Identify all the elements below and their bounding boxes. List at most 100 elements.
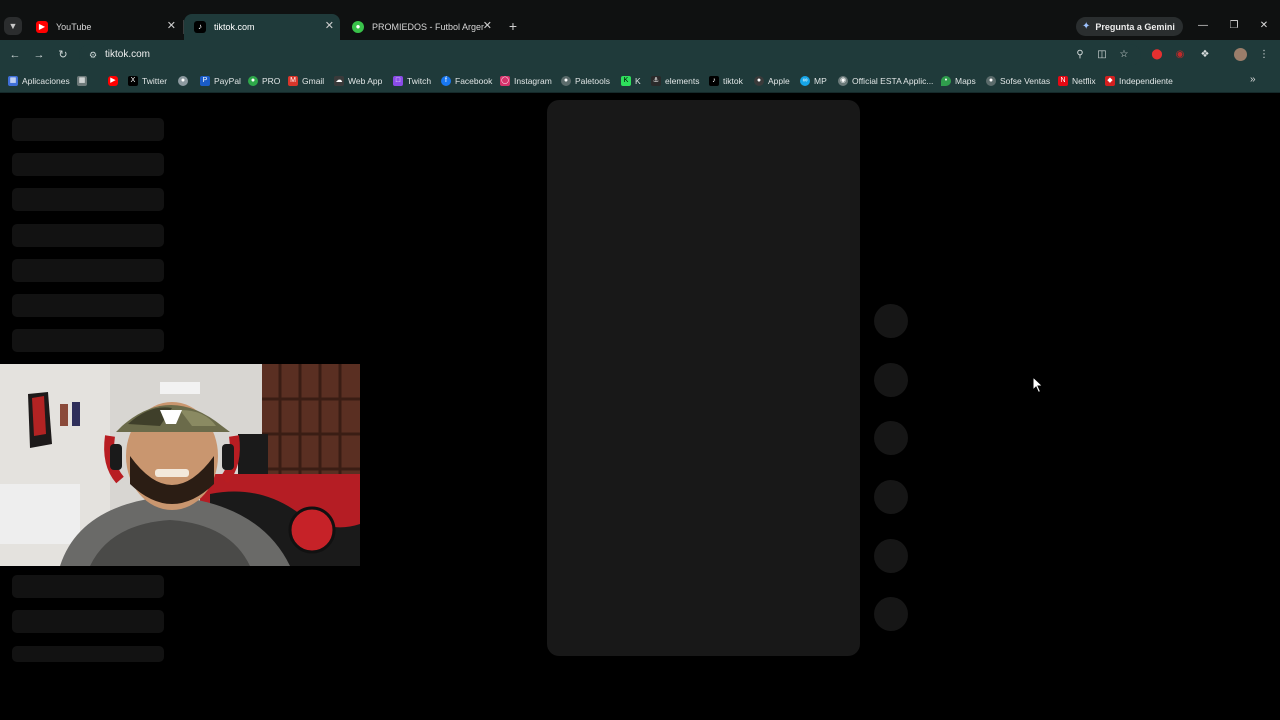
bookmark-extension[interactable]: ● [178,74,192,88]
bookmark-maps[interactable]: • Maps [941,74,976,88]
action-button-placeholder[interactable] [874,480,908,514]
back-arrow-icon[interactable]: ← [7,47,23,63]
bookmark-instagram[interactable]: ◯ Instagram [500,74,552,88]
webapp-icon: ☁ [334,76,344,86]
paypal-icon: P [200,76,210,86]
x-icon: X [128,76,138,86]
action-button-placeholder[interactable] [874,421,908,455]
bookmark-grid[interactable]: ▦ [77,74,91,88]
forward-arrow-icon[interactable]: → [31,47,47,63]
restore-icon[interactable]: ❐ [1224,18,1244,34]
bookmark-twitter[interactable]: X Twitter [128,74,167,88]
bookmark-mp[interactable]: ∞ MP [800,74,827,88]
tab-promiedos[interactable]: ● PROMIEDOS - Futbol Argentino ✕ [342,14,498,40]
bookmark-pro[interactable]: ● PRO [248,74,280,88]
tab-search-chevron-icon[interactable]: ▼ [4,17,22,35]
extension-tp-icon[interactable]: ◉ [1172,48,1188,62]
esta-icon: ◉ [838,76,848,86]
promiedos-icon: ● [352,21,364,33]
instagram-icon: ◯ [500,76,510,86]
bookmark-paypal[interactable]: P PayPal [200,74,241,88]
action-button-placeholder[interactable] [874,363,908,397]
zoom-icon[interactable]: ⚲ [1072,48,1088,62]
paletools-icon: ● [561,76,571,86]
bookmark-twitch[interactable]: □ Twitch [393,74,431,88]
grid-icon: ▦ [77,76,87,86]
action-button-placeholder[interactable] [874,597,908,631]
tab-youtube[interactable]: ▶ YouTube ✕ [26,14,182,40]
tab-title: YouTube [56,22,92,32]
apps-grid-icon: ▦ [8,76,18,86]
pro-icon: ● [248,76,258,86]
bookmark-star-icon[interactable]: ☆ [1116,48,1132,62]
close-tab-icon[interactable]: ✕ [325,19,334,32]
sidebar-skeleton-item [12,224,164,247]
tab-title: tiktok.com [214,22,255,32]
extension-red-icon[interactable]: ⬤ [1149,48,1165,62]
bookmarks-overflow-icon[interactable]: » [1250,74,1256,85]
sidebar-skeleton-item [12,259,164,282]
youtube-icon: ▶ [36,21,48,33]
avatar[interactable] [1232,48,1248,62]
gmail-icon: M [288,76,298,86]
url-text[interactable]: tiktok.com [105,49,150,60]
apple-icon: ● [754,76,764,86]
address-bar[interactable] [79,44,1141,66]
bookmark-facebook[interactable]: f Facebook [441,74,492,88]
netflix-icon: N [1058,76,1068,86]
new-tab-icon[interactable]: + [505,17,521,35]
sidebar-skeleton-item [12,646,164,662]
sidebar-skeleton-item [12,575,164,598]
action-button-placeholder[interactable] [874,304,908,338]
site-settings-icon[interactable]: ⚙ [86,49,100,61]
bookmark-youtube[interactable]: ▶ [108,74,122,88]
bookmark-tiktok[interactable]: ♪ tiktok [709,74,743,88]
sofse-icon: ● [986,76,996,86]
mouse-cursor-icon [1032,376,1044,394]
bookmark-webapp[interactable]: ☁ Web App [334,74,382,88]
video-placeholder[interactable] [547,100,860,656]
independiente-icon: ◆ [1105,76,1115,86]
close-window-icon[interactable]: ✕ [1254,18,1274,34]
reload-icon[interactable]: ↻ [55,47,71,63]
sidebar-skeleton-item [12,329,164,352]
install-app-icon[interactable]: ◫ [1094,48,1110,62]
twitch-icon: □ [393,76,403,86]
close-tab-icon[interactable]: ✕ [167,19,176,32]
mercadopago-icon: ∞ [800,76,810,86]
tiktok-icon: ♪ [194,21,206,33]
sidebar-skeleton-item [12,153,164,176]
bookmark-sofse[interactable]: ● Sofse Ventas [986,74,1050,88]
bookmark-apple[interactable]: ● Apple [754,74,790,88]
minimize-icon[interactable]: — [1193,18,1213,34]
bookmark-elements[interactable]: ⚓ elements [651,74,700,88]
webcam-image [0,364,360,566]
action-button-placeholder[interactable] [874,539,908,573]
gemini-button[interactable]: ✦ Pregunta a Gemini [1076,17,1183,36]
youtube-icon: ▶ [108,76,118,86]
extensions-puzzle-icon[interactable]: ❖ [1197,48,1213,62]
sidebar-skeleton-item [12,610,164,633]
extension-icon: ● [178,76,188,86]
anchor-icon: ⚓ [651,76,661,86]
tab-title: PROMIEDOS - Futbol Argentino [372,22,484,32]
bookmark-esta[interactable]: ◉ Official ESTA Applic... [838,74,933,88]
sidebar-skeleton-item [12,118,164,141]
bookmark-netflix[interactable]: N Netflix [1058,74,1096,88]
bookmark-kick[interactable]: KK [621,74,641,88]
sidebar-skeleton-item [12,188,164,211]
kick-icon: K [621,76,631,86]
bookmark-independiente[interactable]: ◆ Independiente [1105,74,1173,88]
close-tab-icon[interactable]: ✕ [483,19,492,32]
bookmark-paletools[interactable]: ● Paletools [561,74,610,88]
tiktok-icon: ♪ [709,76,719,86]
bookmark-gmail[interactable]: M Gmail [288,74,324,88]
facebook-icon: f [441,76,451,86]
tab-tiktok[interactable]: ♪ tiktok.com ✕ [184,14,340,40]
menu-kebab-icon[interactable]: ⋮ [1256,48,1272,62]
maps-pin-icon: • [941,76,951,86]
sidebar-skeleton-item [12,294,164,317]
bookmark-aplicaciones[interactable]: ▦ Aplicaciones [8,74,70,88]
gemini-label: Pregunta a Gemini [1095,21,1175,32]
gemini-sparkle-icon: ✦ [1082,21,1091,32]
